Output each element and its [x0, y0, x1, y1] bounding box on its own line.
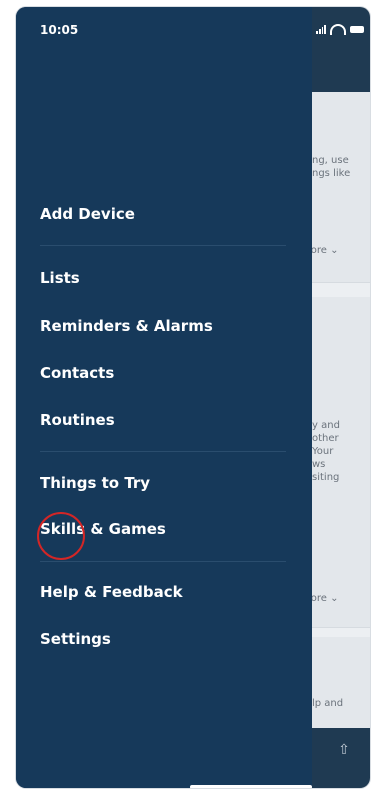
menu-item-things-to-try[interactable]: Things to Try [40, 474, 150, 492]
background-more-button[interactable]: lore ⌄ [308, 593, 339, 604]
background-more-button[interactable]: lore ⌄ [308, 245, 339, 256]
menu-item-add-device[interactable]: Add Device [40, 205, 135, 223]
home-indicator[interactable] [190, 785, 312, 788]
signal-icon [316, 25, 326, 34]
upload-icon[interactable]: ⇧ [334, 742, 354, 760]
menu-item-routines[interactable]: Routines [40, 411, 115, 429]
background-card-text: lp and [312, 698, 344, 709]
background-card-text: ng, use ngs like [312, 155, 351, 179]
divider [40, 451, 286, 452]
menu-item-contacts[interactable]: Contacts [40, 364, 114, 382]
navigation-drawer: 10:05 Add Device Lists Reminders & Alarm… [16, 7, 312, 788]
status-time: 10:05 [40, 23, 79, 37]
divider [40, 245, 286, 246]
menu-item-settings[interactable]: Settings [40, 630, 111, 648]
menu-item-reminders-alarms[interactable]: Reminders & Alarms [40, 317, 213, 335]
battery-icon [350, 26, 364, 33]
status-icons [316, 24, 364, 35]
phone-frame: ng, use ngs like lore ⌄ y and other Your… [16, 7, 370, 788]
wifi-icon [330, 24, 346, 35]
click-highlight-circle [37, 512, 85, 560]
divider [40, 561, 286, 562]
background-card-text: y and other Your ws siting [312, 420, 340, 483]
menu-item-help-feedback[interactable]: Help & Feedback [40, 583, 183, 601]
menu-item-lists[interactable]: Lists [40, 269, 80, 287]
